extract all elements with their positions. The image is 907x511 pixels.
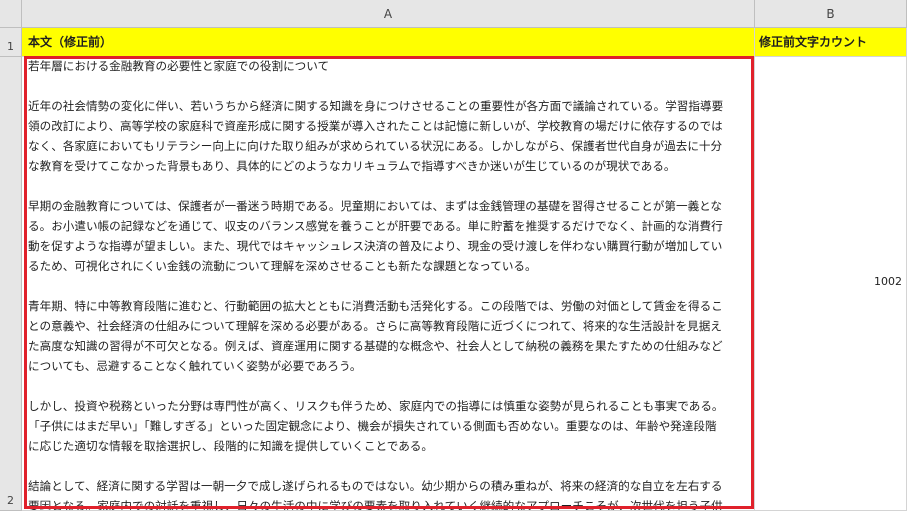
body-line: に応じた適切な情報を取捨選択し、段階的に知識を提供していくことである。 [28,439,433,453]
body-line: なく、各家庭においてもリテラシー向上に向けた取り組みが求められている状況にある。… [28,139,723,153]
body-line: 結論として、経済に関する学習は一朝一夕で成し遂げられるものではない。幼少期からの… [28,479,723,493]
body-line: 青年期、特に中等教育段階に進むと、行動範囲の拡大とともに消費活動も活発化する。こ… [28,299,723,313]
body-line: しかし、投資や税務といった分野は専門性が高く、リスクも伴うため、家庭内での指導に… [28,399,724,413]
cell-b2[interactable]: 1002 [755,57,907,511]
body-line: 「子供にはまだ早い」「難しすぎる」といった固定観念により、機会が損失されている側… [28,419,717,433]
row-header-2[interactable]: 2 [0,57,22,511]
row-header-1[interactable]: 1 [0,28,22,57]
body-line: 領の改訂により、高等学校の家庭科で資産形成に関する授業が導入されたことは記憶に新… [28,119,723,133]
cell-a2[interactable]: 若年層における金融教育の必要性と家庭での役割について近年の社会情勢の変化に伴い、… [22,57,755,511]
select-all-corner[interactable] [0,0,22,28]
cell-a1[interactable]: 本文（修正前） [22,28,755,57]
cell-b1[interactable]: 修正前文字カウント [755,28,907,57]
body-line: 要因となる。家庭内での対話を重視し、日々の生活の中に学びの要素を取り入れていく継… [28,499,723,511]
body-line: 若年層における金融教育の必要性と家庭での役割について [28,59,330,73]
body-line: た高度な知識の習得が不可欠となる。例えば、資産運用に関する基礎的な概念や、社会人… [28,339,723,353]
character-count-value: 1002 [874,275,902,288]
body-line: るため、可視化されにくい金銭の流動について理解を深めさせることも新たな課題となっ… [28,259,537,273]
cell-a2-text: 若年層における金融教育の必要性と家庭での役割について近年の社会情勢の変化に伴い、… [22,57,754,511]
body-line: についても、忌避することなく触れていく姿勢が必要であろう。 [28,359,362,373]
cell-a1-text: 本文（修正前） [28,35,113,49]
cell-b1-text: 修正前文字カウント [759,35,868,49]
body-line: 近年の社会情勢の変化に伴い、若いうちから経済に関する知識を身につけさせることの重… [28,99,724,113]
body-line: との意義や、社会経済の仕組みについて理解を深める必要がある。さらに高等教育段階に… [28,319,722,333]
body-line: な教育を受けてこなかった背景もあり、具体的にどのようなカリキュラムで指導すべきか… [28,159,676,173]
column-header-a[interactable]: A [22,0,755,28]
body-line: 早期の金融教育については、保護者が一番迷う時期である。児童期においては、まずは金… [28,199,723,213]
body-line: る。お小遣い帳の記録などを通じて、収支のバランス感覚を養うことが肝要である。単に… [28,219,723,233]
column-header-b[interactable]: B [755,0,907,28]
body-line: 動を促すような指導が望ましい。また、現代ではキャッシュレス決済の普及により、現金… [28,239,723,253]
